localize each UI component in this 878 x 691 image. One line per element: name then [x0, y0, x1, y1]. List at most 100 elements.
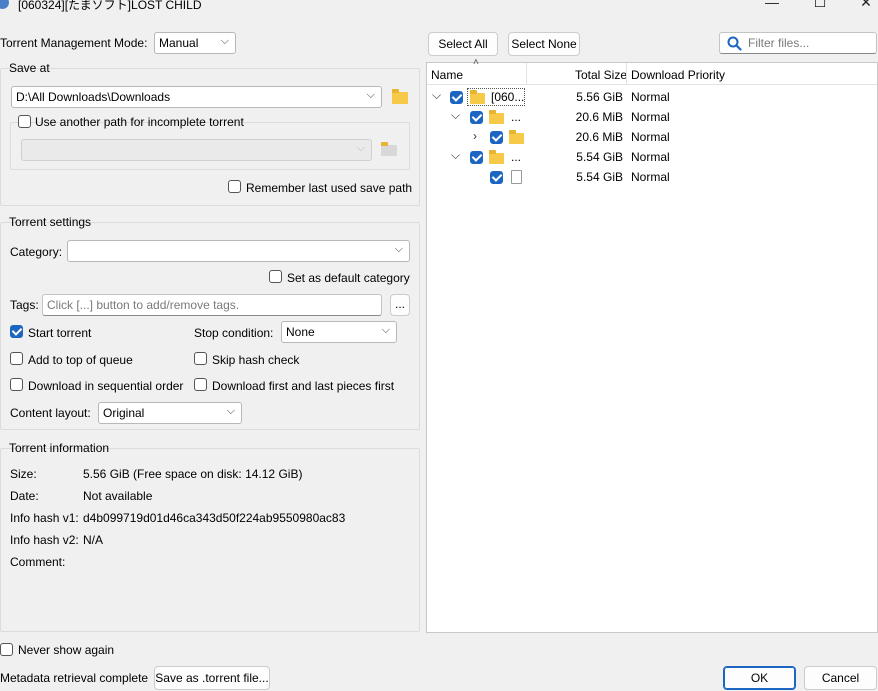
content-layout-value: Original — [103, 406, 145, 420]
maximize-button[interactable]: ☐ — [810, 0, 830, 10]
chevron-down-icon: ⌵ — [356, 142, 365, 154]
folder-icon — [381, 142, 397, 156]
file-priority[interactable]: Normal — [631, 110, 670, 124]
ok-button[interactable]: OK — [723, 666, 796, 690]
file-checkbox[interactable] — [470, 151, 483, 164]
file-size: 20.6 MiB — [575, 110, 623, 124]
file-checkbox[interactable] — [450, 91, 463, 104]
file-size: 5.54 GiB — [576, 170, 623, 184]
filter-files-placeholder: Filter files... — [748, 36, 810, 50]
chevron-down-icon: ⌵ — [226, 405, 235, 417]
remember-save-path-checkbox[interactable] — [228, 180, 241, 193]
file-checkbox[interactable] — [490, 171, 503, 184]
category-select[interactable]: ⌵ — [67, 240, 410, 262]
file-icon — [511, 170, 522, 184]
skip-hash-checkbox[interactable] — [194, 352, 207, 365]
sequential-label: Download in sequential order — [28, 379, 184, 393]
tree-header: Name ˄ Total Size Download Priority — [427, 57, 877, 85]
chevron-down-icon[interactable]: ⌵ — [451, 148, 460, 163]
top-of-queue-label: Add to top of queue — [28, 353, 133, 367]
folder-icon — [509, 130, 524, 144]
chevron-down-icon[interactable]: ⌵ — [432, 88, 441, 103]
browse-incomplete-path-button — [380, 140, 400, 158]
file-checkbox[interactable] — [470, 111, 483, 124]
info-hash-v2-label: Info hash v2: — [10, 533, 79, 547]
search-icon — [727, 36, 742, 51]
file-priority[interactable]: Normal — [631, 90, 670, 104]
top-of-queue-checkbox[interactable] — [10, 352, 23, 365]
default-category-checkbox[interactable] — [269, 270, 282, 283]
qbittorrent-icon — [0, 0, 9, 9]
tags-label: Tags: — [10, 298, 39, 312]
first-last-checkbox[interactable] — [194, 378, 207, 391]
filter-files-input[interactable]: Filter files... — [719, 32, 877, 54]
column-download-priority[interactable]: Download Priority — [631, 68, 725, 82]
incomplete-path-label: Use another path for incomplete torrent — [35, 115, 244, 129]
file-name: ... — [511, 150, 522, 164]
management-mode-select[interactable]: Manual ⌵ — [154, 32, 236, 54]
save-path-select[interactable]: D:\All Downloads\Downloads ⌵ — [11, 86, 382, 108]
close-button[interactable]: ✕ — [856, 0, 876, 10]
column-total-size[interactable]: Total Size — [575, 68, 627, 82]
file-checkbox[interactable] — [490, 131, 503, 144]
category-label: Category: — [10, 245, 63, 259]
sort-up-icon: ˄ — [473, 57, 479, 68]
file-priority[interactable]: Normal — [631, 170, 670, 184]
file-priority[interactable]: Normal — [631, 130, 670, 144]
stop-condition-value: None — [286, 325, 315, 339]
date-value: Not available — [83, 489, 153, 503]
sequential-checkbox[interactable] — [10, 378, 23, 391]
tree-row[interactable]: ⌵ ... 20.6 MiB Normal — [427, 107, 877, 127]
comment-label: Comment: — [10, 555, 66, 569]
folder-icon — [489, 150, 504, 164]
never-show-checkbox[interactable] — [0, 643, 13, 656]
start-torrent-checkbox[interactable] — [10, 325, 23, 338]
tree-row[interactable]: 5.54 GiB Normal — [427, 167, 877, 187]
save-torrent-file-button[interactable]: Save as .torrent file... — [154, 666, 270, 690]
tree-row[interactable]: ⌵ [060... 5.56 GiB Normal — [427, 87, 877, 107]
default-category-label: Set as default category — [287, 271, 410, 285]
minimize-button[interactable]: — — [762, 0, 782, 10]
cancel-button[interactable]: Cancel — [804, 666, 877, 690]
window-title: [060324][たまソフト]LOST CHILD — [18, 0, 202, 12]
size-value: 5.56 GiB (Free space on disk: 14.12 GiB) — [83, 467, 303, 481]
content-layout-label: Content layout: — [10, 406, 91, 420]
column-name[interactable]: Name — [431, 68, 463, 82]
chevron-down-icon: ⌵ — [220, 35, 229, 47]
folder-icon — [392, 89, 408, 104]
first-last-label: Download first and last pieces first — [212, 379, 395, 393]
file-size: 20.6 MiB — [575, 130, 623, 144]
incomplete-path-checkbox[interactable] — [18, 115, 31, 128]
file-size: 5.54 GiB — [576, 150, 623, 164]
torrent-info-title: Torrent information — [9, 441, 110, 455]
tags-placeholder: Click [...] button to add/remove tags. — [47, 298, 240, 312]
select-all-button[interactable]: Select All — [428, 32, 498, 56]
browse-save-path-button[interactable] — [390, 87, 410, 105]
tree-row[interactable]: ⌵ ... 5.54 GiB Normal — [427, 147, 877, 167]
chevron-down-icon: ⌵ — [366, 89, 375, 101]
file-tree[interactable]: Name ˄ Total Size Download Priority ⌵ [0… — [426, 57, 878, 633]
file-name: ... — [511, 110, 522, 124]
info-hash-v2-value: N/A — [83, 533, 104, 547]
chevron-right-icon[interactable]: › — [473, 129, 477, 143]
content-layout-select[interactable]: Original ⌵ — [98, 402, 242, 424]
file-priority[interactable]: Normal — [631, 150, 670, 164]
tags-input[interactable]: Click [...] button to add/remove tags. — [42, 294, 382, 316]
select-none-button[interactable]: Select None — [508, 32, 580, 56]
chevron-down-icon: ⌵ — [381, 324, 390, 336]
size-label: Size: — [10, 467, 37, 481]
edit-tags-button[interactable]: ... — [390, 294, 410, 316]
management-mode-value: Manual — [159, 36, 199, 50]
tree-row[interactable]: › 20.6 MiB Normal — [427, 127, 877, 147]
folder-icon — [470, 90, 485, 104]
incomplete-path-select: ⌵ — [21, 139, 372, 161]
stop-condition-select[interactable]: None ⌵ — [281, 321, 397, 343]
folder-icon — [489, 110, 504, 124]
metadata-status: Metadata retrieval complete — [0, 671, 149, 685]
chevron-down-icon[interactable]: ⌵ — [451, 108, 460, 123]
never-show-label: Never show again — [18, 643, 115, 657]
file-size: 5.56 GiB — [576, 90, 623, 104]
title-bar: [060324][たまソフト]LOST CHILD — ☐ ✕ — [0, 0, 878, 14]
start-torrent-label: Start torrent — [28, 326, 92, 340]
save-path-value: D:\All Downloads\Downloads — [16, 90, 171, 104]
